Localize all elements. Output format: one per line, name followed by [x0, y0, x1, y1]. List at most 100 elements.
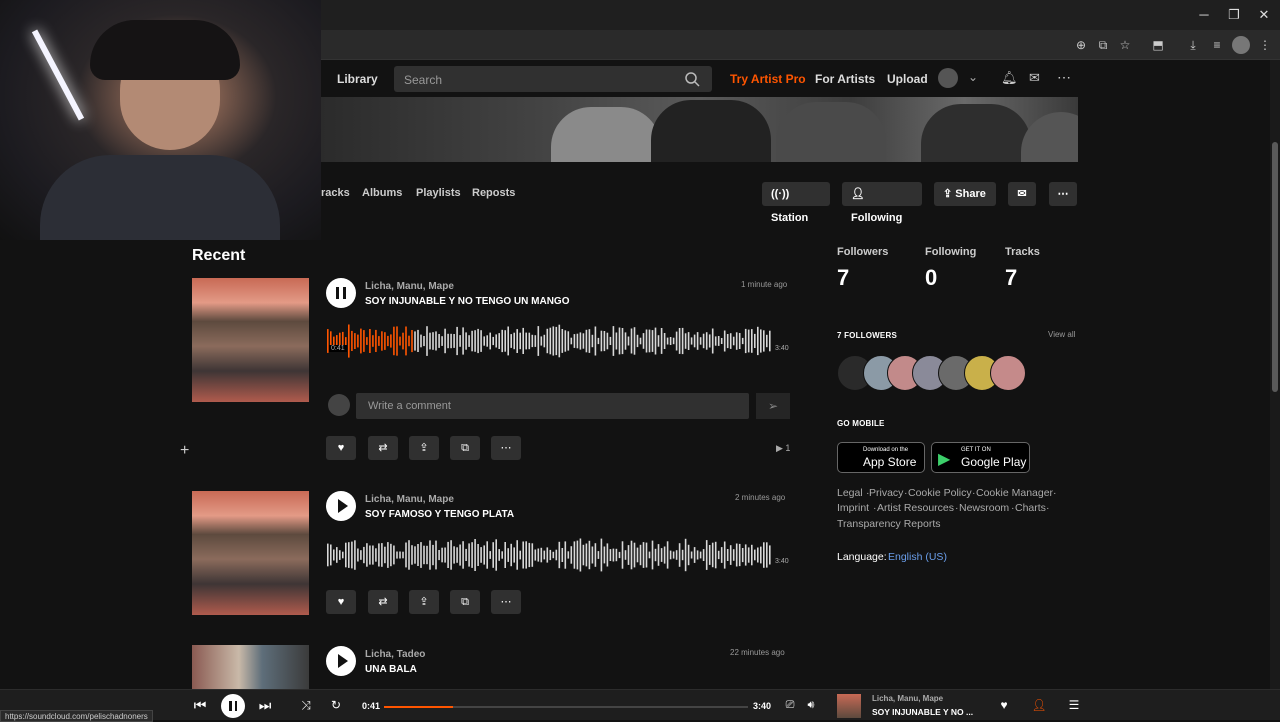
pause-button[interactable] [221, 694, 245, 718]
play-store-icon: ▶ [938, 451, 951, 468]
track-artist[interactable]: Licha, Manu, Mape [365, 494, 454, 505]
waveform[interactable] [327, 322, 772, 360]
pause-button[interactable] [326, 278, 356, 308]
player-progress-track[interactable] [384, 706, 748, 708]
tab-reposts[interactable]: Reposts [472, 187, 515, 199]
like-button[interactable]: ♥ [326, 436, 356, 460]
track-artist[interactable]: Licha, Manu, Mape [365, 281, 454, 292]
more-actions-button[interactable]: ⋯ [491, 590, 521, 614]
bell-icon[interactable]: 🔔︎ [1001, 70, 1018, 86]
waveform[interactable] [327, 536, 772, 574]
language-link[interactable]: English (US) [888, 551, 947, 563]
footer-legal[interactable]: Legal [837, 487, 863, 499]
google-play-button[interactable]: ▶ GET IT ON Google Play [931, 442, 1030, 473]
like-button[interactable]: ♥ [326, 590, 356, 614]
player-title[interactable]: SOY INJUNABLE Y NO ... [872, 707, 973, 717]
waveform-bar [492, 336, 494, 346]
search-input[interactable]: Search [394, 66, 712, 92]
follower-avatar[interactable] [990, 355, 1026, 391]
more-icon[interactable]: ⋯ [1057, 69, 1071, 86]
repost-button[interactable]: ⇄ [368, 436, 398, 460]
heart-icon[interactable]: ♥ [996, 697, 1012, 713]
waveform-bar [459, 544, 461, 566]
footer-artist-resources[interactable]: Artist Resources [877, 502, 954, 514]
chevron-down-icon[interactable]: ⌄ [968, 70, 978, 84]
more-button[interactable]: ⋯ [1049, 182, 1077, 206]
player-artist[interactable]: Licha, Manu, Mape [872, 694, 943, 703]
following-button[interactable]: 👤︎ Following [842, 182, 922, 224]
extensions-icon[interactable]: ⬒ [1149, 36, 1167, 54]
minimize-icon[interactable]: ─ [1194, 6, 1214, 24]
track-artwork[interactable] [192, 645, 309, 689]
previous-icon[interactable]: ⏮︎ [192, 697, 208, 713]
stat-following-label[interactable]: Following [925, 246, 976, 258]
footer-privacy[interactable]: Privacy [869, 487, 903, 499]
stat-followers-label[interactable]: Followers [837, 246, 888, 258]
next-icon[interactable]: ⏭︎ [257, 697, 273, 713]
media-icon[interactable]: ≡ [1208, 36, 1226, 54]
share-button[interactable]: ⇪ Share [934, 182, 996, 206]
tab-playlists[interactable]: Playlists [416, 187, 461, 199]
maximize-icon[interactable]: ❐ [1224, 6, 1244, 24]
play-button[interactable] [326, 491, 356, 521]
waveform-bar [519, 550, 521, 560]
footer-imprint[interactable]: Imprint [837, 502, 869, 514]
follow-icon[interactable]: 👤︎ [1031, 697, 1047, 713]
nav-upload[interactable]: Upload [887, 72, 928, 86]
search-icon[interactable] [684, 71, 700, 87]
footer-transparency[interactable]: Transparency Reports [837, 518, 941, 530]
star-icon[interactable]: ☆ [1116, 36, 1134, 54]
stat-tracks-value[interactable]: 7 [1005, 265, 1017, 291]
play-button[interactable] [326, 646, 356, 676]
copy-link-button[interactable]: ⧉ [450, 436, 480, 460]
download-icon[interactable]: ⤓ [1184, 36, 1202, 54]
repeat-icon[interactable]: ↻ [328, 697, 344, 713]
footer-cookie-policy[interactable]: Cookie Policy [908, 487, 972, 499]
track-artwork[interactable] [192, 491, 309, 615]
station-button[interactable]: ((·)) Station [762, 182, 830, 224]
nav-try-artist-pro[interactable]: Try Artist Pro [730, 72, 806, 86]
player-artwork[interactable] [837, 694, 861, 718]
stat-following-value[interactable]: 0 [925, 265, 937, 291]
menu-icon[interactable]: ⋮ [1256, 36, 1274, 54]
queue-icon[interactable]: ☰ [1066, 697, 1082, 713]
tab-albums[interactable]: Albums [362, 187, 402, 199]
message-button[interactable]: ✉ [1008, 182, 1036, 206]
mail-icon[interactable]: ✉ [1029, 70, 1040, 86]
track-artwork[interactable] [192, 278, 309, 402]
track-artist[interactable]: Licha, Tadeo [365, 649, 425, 660]
share-track-button[interactable]: ⇪ [409, 436, 439, 460]
footer-cookie-manager[interactable]: Cookie Manager [976, 487, 1053, 499]
user-avatar[interactable] [938, 68, 958, 88]
footer-newsroom[interactable]: Newsroom [959, 502, 1009, 514]
view-all-link[interactable]: View all [1048, 330, 1075, 339]
track-title[interactable]: SOY INJUNABLE Y NO TENGO UN MANGO [365, 296, 569, 307]
close-icon[interactable]: ✕ [1254, 6, 1274, 24]
repost-button[interactable]: ⇄ [368, 590, 398, 614]
waveform-bar [546, 328, 549, 354]
comment-input[interactable]: Write a comment [356, 393, 749, 419]
scrollbar[interactable] [1270, 60, 1280, 720]
stat-followers-value[interactable]: 7 [837, 265, 849, 291]
app-store-button[interactable]: Download on the App Store [837, 442, 925, 473]
profile-avatar-icon[interactable] [1232, 36, 1250, 54]
volume-icon[interactable]: 🔊︎ [803, 697, 819, 713]
cast-icon[interactable]: ⎚ [782, 697, 798, 713]
track-title[interactable]: UNA BALA [365, 664, 417, 675]
stat-tracks-label[interactable]: Tracks [1005, 246, 1040, 258]
track-title[interactable]: SOY FAMOSO Y TENGO PLATA [365, 509, 514, 520]
nav-library[interactable]: Library [337, 72, 378, 86]
waveform-bar [615, 548, 618, 562]
copy-link-button[interactable]: ⧉ [450, 590, 480, 614]
zoom-icon[interactable]: ⊕ [1072, 36, 1090, 54]
shuffle-icon[interactable]: ⤨ [298, 697, 314, 713]
more-actions-button[interactable]: ⋯ [491, 436, 521, 460]
nav-for-artists[interactable]: For Artists [815, 72, 875, 86]
install-icon[interactable]: ⧉ [1094, 36, 1112, 54]
waveform-bar [363, 546, 365, 564]
send-icon[interactable]: ➢ [756, 393, 790, 419]
footer-charts[interactable]: Charts [1015, 502, 1046, 514]
tab-tracks[interactable]: racks [321, 187, 350, 199]
share-track-button[interactable]: ⇪ [409, 590, 439, 614]
waveform-bar [555, 326, 558, 356]
